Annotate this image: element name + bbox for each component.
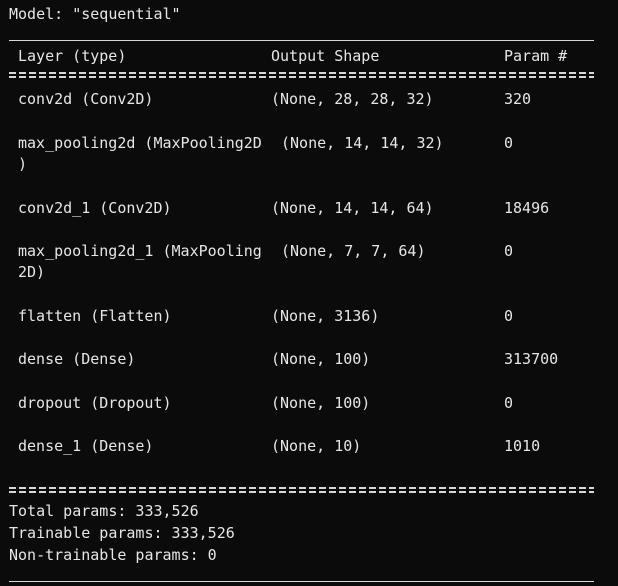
layer-name-continued: 2D) [18,263,46,281]
output-shape: (None, 3136) [271,307,380,325]
param-count: 18496 [504,199,550,217]
output-shape: (None, 10) [271,437,362,455]
output-shape: (None, 7, 7, 64) [281,242,426,260]
output-shape: (None, 100) [271,394,371,412]
layer-name: conv2d (Conv2D) [18,90,154,108]
non-trainable-params: Non-trainable params: 0 [9,546,217,564]
header-param: Param # [504,47,568,65]
model-name-line: Model: "sequential" [9,5,181,23]
header-output-shape: Output Shape [271,47,380,65]
param-count: 313700 [504,350,559,368]
param-count: 0 [504,242,514,260]
layer-name: max_pooling2d (MaxPooling2D [18,134,262,152]
param-count: 1010 [504,437,541,455]
layer-name: max_pooling2d_1 (MaxPooling [18,242,262,260]
layer-name: dense_1 (Dense) [18,437,154,455]
footer-double-rule [9,487,594,493]
output-shape: (None, 14, 14, 64) [271,199,434,217]
layer-name: dense (Dense) [18,350,136,368]
header-layer: Layer (type) [18,47,127,65]
trainable-params: Trainable params: 333,526 [9,524,235,542]
layer-name: dropout (Dropout) [18,394,172,412]
total-params: Total params: 333,526 [9,502,199,520]
layer-name: flatten (Flatten) [18,307,172,325]
layer-name: conv2d_1 (Conv2D) [18,199,172,217]
bottom-rule [9,581,594,582]
header-double-rule [9,72,594,78]
param-count: 0 [504,134,514,152]
layer-name-continued: ) [18,155,28,173]
output-shape: (None, 28, 28, 32) [271,90,434,108]
param-count: 0 [504,394,514,412]
terminal-output: Model: "sequential" Layer (type) Output … [0,0,618,586]
param-count: 0 [504,307,514,325]
output-shape: (None, 100) [271,350,371,368]
top-rule [9,40,594,41]
output-shape: (None, 14, 14, 32) [281,134,444,152]
param-count: 320 [504,90,532,108]
